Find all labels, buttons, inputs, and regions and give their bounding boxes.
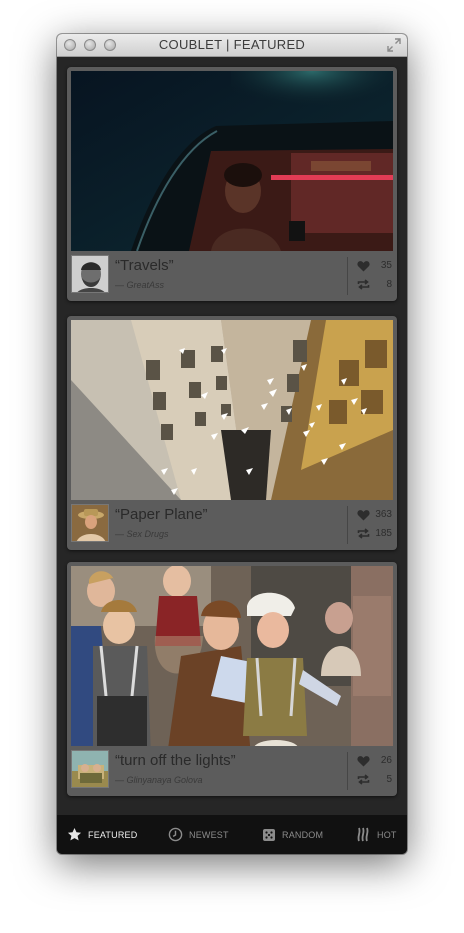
coub-author[interactable]: — GreatAss (115, 280, 164, 290)
nav-featured[interactable]: FEATURED (67, 815, 137, 854)
recoubs-count: 5 (386, 774, 392, 785)
author-avatar[interactable] (71, 750, 109, 788)
likes-count: 363 (375, 509, 392, 520)
coub-title[interactable]: “Paper Plane” (115, 506, 208, 523)
divider (347, 506, 348, 544)
nav-label: NEWEST (189, 829, 229, 840)
coub-author[interactable]: — Glinyanaya Golova (115, 775, 203, 785)
coub-author[interactable]: — Sex Drugs (115, 529, 169, 539)
nav-newest[interactable]: NEWEST (168, 815, 229, 854)
likes-count: 35 (380, 260, 392, 271)
nav-hot[interactable]: HOT (357, 815, 397, 854)
fullscreen-icon[interactable] (387, 38, 401, 52)
title-bar: COUBLET | FEATURED (57, 34, 407, 57)
author-avatar[interactable] (71, 255, 109, 293)
coub-card[interactable]: “turn off the lights” — Glinyanaya Golov… (67, 562, 397, 796)
bottom-nav: FEATURED NEWEST RANDOM HOT (57, 815, 407, 854)
heart-icon[interactable] (357, 509, 370, 521)
coub-card[interactable]: “Paper Plane” — Sex Drugs 363 185 (67, 316, 397, 550)
author-avatar[interactable] (71, 504, 109, 542)
nav-label: FEATURED (88, 829, 138, 840)
coub-card[interactable]: “Travels” — GreatAss 35 8 (67, 67, 397, 301)
star-icon (67, 827, 82, 841)
coub-title[interactable]: “turn off the lights” (115, 752, 236, 769)
recoub-icon[interactable] (357, 774, 370, 785)
app-window: COUBLET | FEATURED “Travels” — GreatAss … (57, 34, 407, 854)
coub-title[interactable]: “Travels” (115, 257, 174, 274)
nav-label: HOT (377, 829, 397, 840)
recoubs-count: 8 (386, 279, 392, 290)
coub-video-thumbnail[interactable] (71, 71, 393, 251)
divider (347, 257, 348, 295)
clock-icon (168, 827, 183, 842)
likes-count: 26 (380, 755, 392, 766)
recoubs-count: 185 (375, 528, 392, 539)
recoub-icon[interactable] (357, 279, 370, 290)
divider (347, 752, 348, 790)
flame-icon (357, 827, 369, 842)
nav-random[interactable]: RANDOM (262, 815, 323, 854)
heart-icon[interactable] (357, 755, 370, 767)
coub-video-thumbnail[interactable] (71, 566, 393, 746)
dice-icon (263, 828, 275, 841)
recoub-icon[interactable] (357, 528, 370, 539)
feed: “Travels” — GreatAss 35 8 “Paper Plane” … (57, 57, 407, 815)
nav-label: RANDOM (282, 829, 324, 840)
coub-video-thumbnail[interactable] (71, 320, 393, 500)
heart-icon[interactable] (357, 260, 370, 272)
window-title: COUBLET | FEATURED (158, 37, 306, 52)
